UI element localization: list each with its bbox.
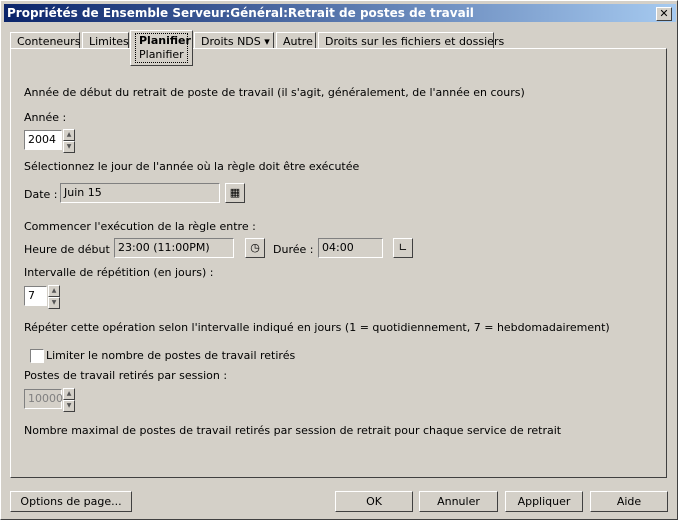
day-text: Sélectionnez le jour de l'année où la rè… <box>24 160 360 173</box>
help-button[interactable]: Aide <box>590 491 668 512</box>
duration-label: Durée : <box>273 243 314 256</box>
limit-label: Limiter le nombre de postes de travail r… <box>46 349 296 362</box>
tab-limites[interactable]: Limites <box>82 32 129 49</box>
duration-button[interactable]: ∟ <box>393 238 413 258</box>
interval-spinner[interactable]: ▲ ▼ <box>48 285 60 309</box>
max-text: Nombre maximal de postes de travail reti… <box>24 424 562 437</box>
start-time-button[interactable]: ◷ <box>245 238 265 258</box>
spin-down-icon[interactable]: ▼ <box>63 400 75 412</box>
tab-planifier-label: Planifier <box>139 34 191 47</box>
year-spinner[interactable]: ▲ ▼ <box>63 129 75 153</box>
duration-input[interactable]: 04:00 <box>318 238 383 258</box>
tab-droits-nds[interactable]: Droits NDS ▾ <box>194 32 274 49</box>
cancel-button[interactable]: Annuler <box>419 491 498 512</box>
tab-panel <box>10 48 667 478</box>
tab-conteneurs[interactable]: Conteneurs <box>10 32 80 49</box>
calendar-button[interactable]: ▦ <box>225 183 245 203</box>
duration-icon: ∟ <box>398 241 408 254</box>
start-label: Heure de début : <box>24 243 118 256</box>
start-text: Commencer l'exécution de la règle entre … <box>24 220 256 233</box>
year-label: Année : <box>24 111 67 124</box>
tab-droits-fichiers[interactable]: Droits sur les fichiers et dossiers <box>318 32 504 49</box>
tab-planifier[interactable]: Planifier Planifier <box>130 30 193 66</box>
limit-checkbox[interactable] <box>30 349 44 363</box>
intro-text: Année de début du retrait de poste de tr… <box>24 86 525 99</box>
year-input[interactable]: 2004 <box>24 130 62 150</box>
per-session-label: Postes de travail retirés par session : <box>24 369 228 382</box>
per-session-spinner[interactable]: ▲ ▼ <box>63 388 75 412</box>
start-time-input[interactable]: 23:00 (11:00PM) <box>114 238 234 258</box>
date-label: Date : <box>24 188 58 201</box>
spin-down-icon[interactable]: ▼ <box>48 297 60 309</box>
apply-button[interactable]: Appliquer <box>505 491 583 512</box>
close-button[interactable]: ✕ <box>656 7 672 21</box>
tab-autre[interactable]: Autre <box>276 32 316 49</box>
spin-up-icon[interactable]: ▲ <box>63 129 75 141</box>
spin-down-icon[interactable]: ▼ <box>63 141 75 153</box>
spin-up-icon[interactable]: ▲ <box>48 285 60 297</box>
interval-label: Intervalle de répétition (en jours) : <box>24 266 214 279</box>
title-bar: Propriétés de Ensemble Serveur:Général:R… <box>4 4 676 22</box>
interval-input[interactable]: 7 <box>24 286 47 306</box>
per-session-input[interactable]: 10000 <box>24 389 63 409</box>
tab-planifier-sub: Planifier <box>139 48 184 61</box>
clock-icon: ◷ <box>250 241 260 254</box>
calendar-icon: ▦ <box>229 186 241 199</box>
ok-button[interactable]: OK <box>335 491 413 512</box>
spin-up-icon[interactable]: ▲ <box>63 388 75 400</box>
repeat-text: Répéter cette opération selon l'interval… <box>24 321 610 334</box>
page-options-button[interactable]: Options de page... <box>10 491 132 512</box>
window-title: Propriétés de Ensemble Serveur:Général:R… <box>7 6 474 20</box>
date-input[interactable]: Juin 15 <box>60 183 220 203</box>
